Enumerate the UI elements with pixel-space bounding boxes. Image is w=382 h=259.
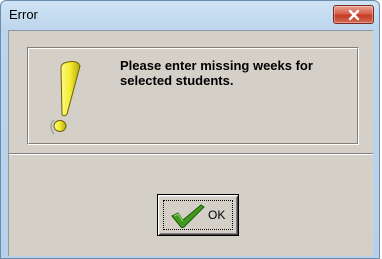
title-bar[interactable]: Error: [1, 1, 379, 29]
close-button[interactable]: [333, 5, 374, 24]
error-message: Please enter missing weeks for selected …: [120, 58, 313, 88]
ok-label: OK: [208, 208, 226, 222]
close-icon: [348, 9, 360, 21]
error-dialog: Error Please enter missing weeks for sel…: [0, 0, 380, 259]
exclamation-icon: [50, 61, 81, 135]
message-panel: Please enter missing weeks for selected …: [27, 47, 359, 145]
dialog-body: Please enter missing weeks for selected …: [8, 30, 373, 256]
checkmark-icon: [171, 204, 205, 228]
divider: [9, 153, 373, 155]
ok-button[interactable]: OK: [157, 194, 239, 236]
window-title: Error: [9, 7, 38, 22]
